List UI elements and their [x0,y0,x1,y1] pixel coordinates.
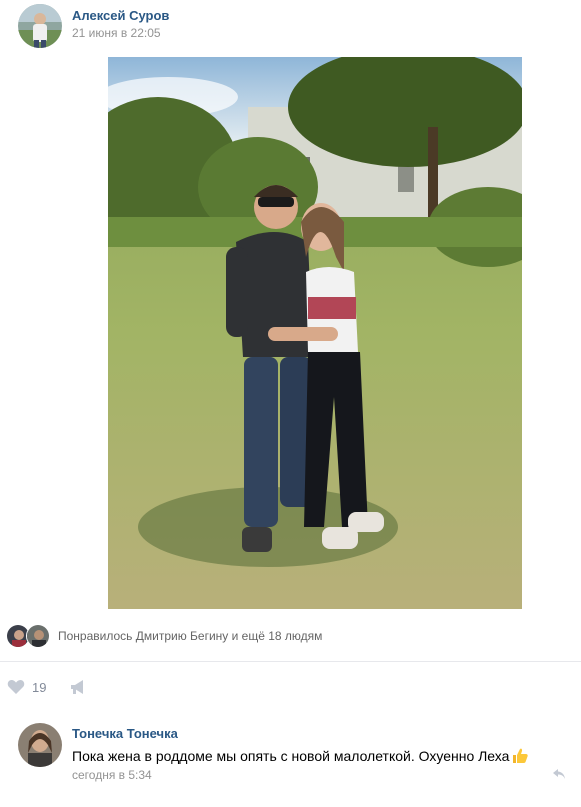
likers-row[interactable]: Понравилось Дмитрию Бегину и ещё 18 людя… [6,622,322,650]
liker-avatar[interactable] [26,624,50,648]
post-photo[interactable] [108,57,522,609]
likers-text[interactable]: Понравилось Дмитрию Бегину и ещё 18 людя… [58,629,322,643]
post-date[interactable]: 21 июня в 22:05 [72,25,169,41]
author-name-link[interactable]: Алексей Суров [72,8,169,24]
liker-avatars[interactable] [6,624,56,648]
comment-text: Пока жена в роддоме мы опять с новой мал… [72,747,572,765]
comment-author-avatar[interactable] [18,723,62,767]
megaphone-icon[interactable] [68,678,88,696]
comment-text-content: Пока жена в роддоме мы опять с новой мал… [72,748,510,764]
like-count[interactable]: 19 [32,680,46,695]
post-header: Алексей Суров 21 июня в 22:05 [18,4,169,48]
couple-photo-image [108,57,522,609]
heart-icon[interactable] [6,678,26,696]
comment: Тонечка Тонечка Пока жена в роддоме мы о… [18,723,578,783]
thumbs-up-icon [511,747,529,765]
reply-arrow-icon[interactable] [552,767,566,779]
divider [0,661,581,662]
comment-time[interactable]: сегодня в 5:34 [72,767,572,783]
author-avatar[interactable] [18,4,62,48]
post-actions: 19 [6,677,88,697]
comment-author-link[interactable]: Тонечка Тонечка [72,726,572,742]
comment-body: Тонечка Тонечка Пока жена в роддоме мы о… [72,723,572,783]
author-block: Алексей Суров 21 июня в 22:05 [72,4,169,41]
